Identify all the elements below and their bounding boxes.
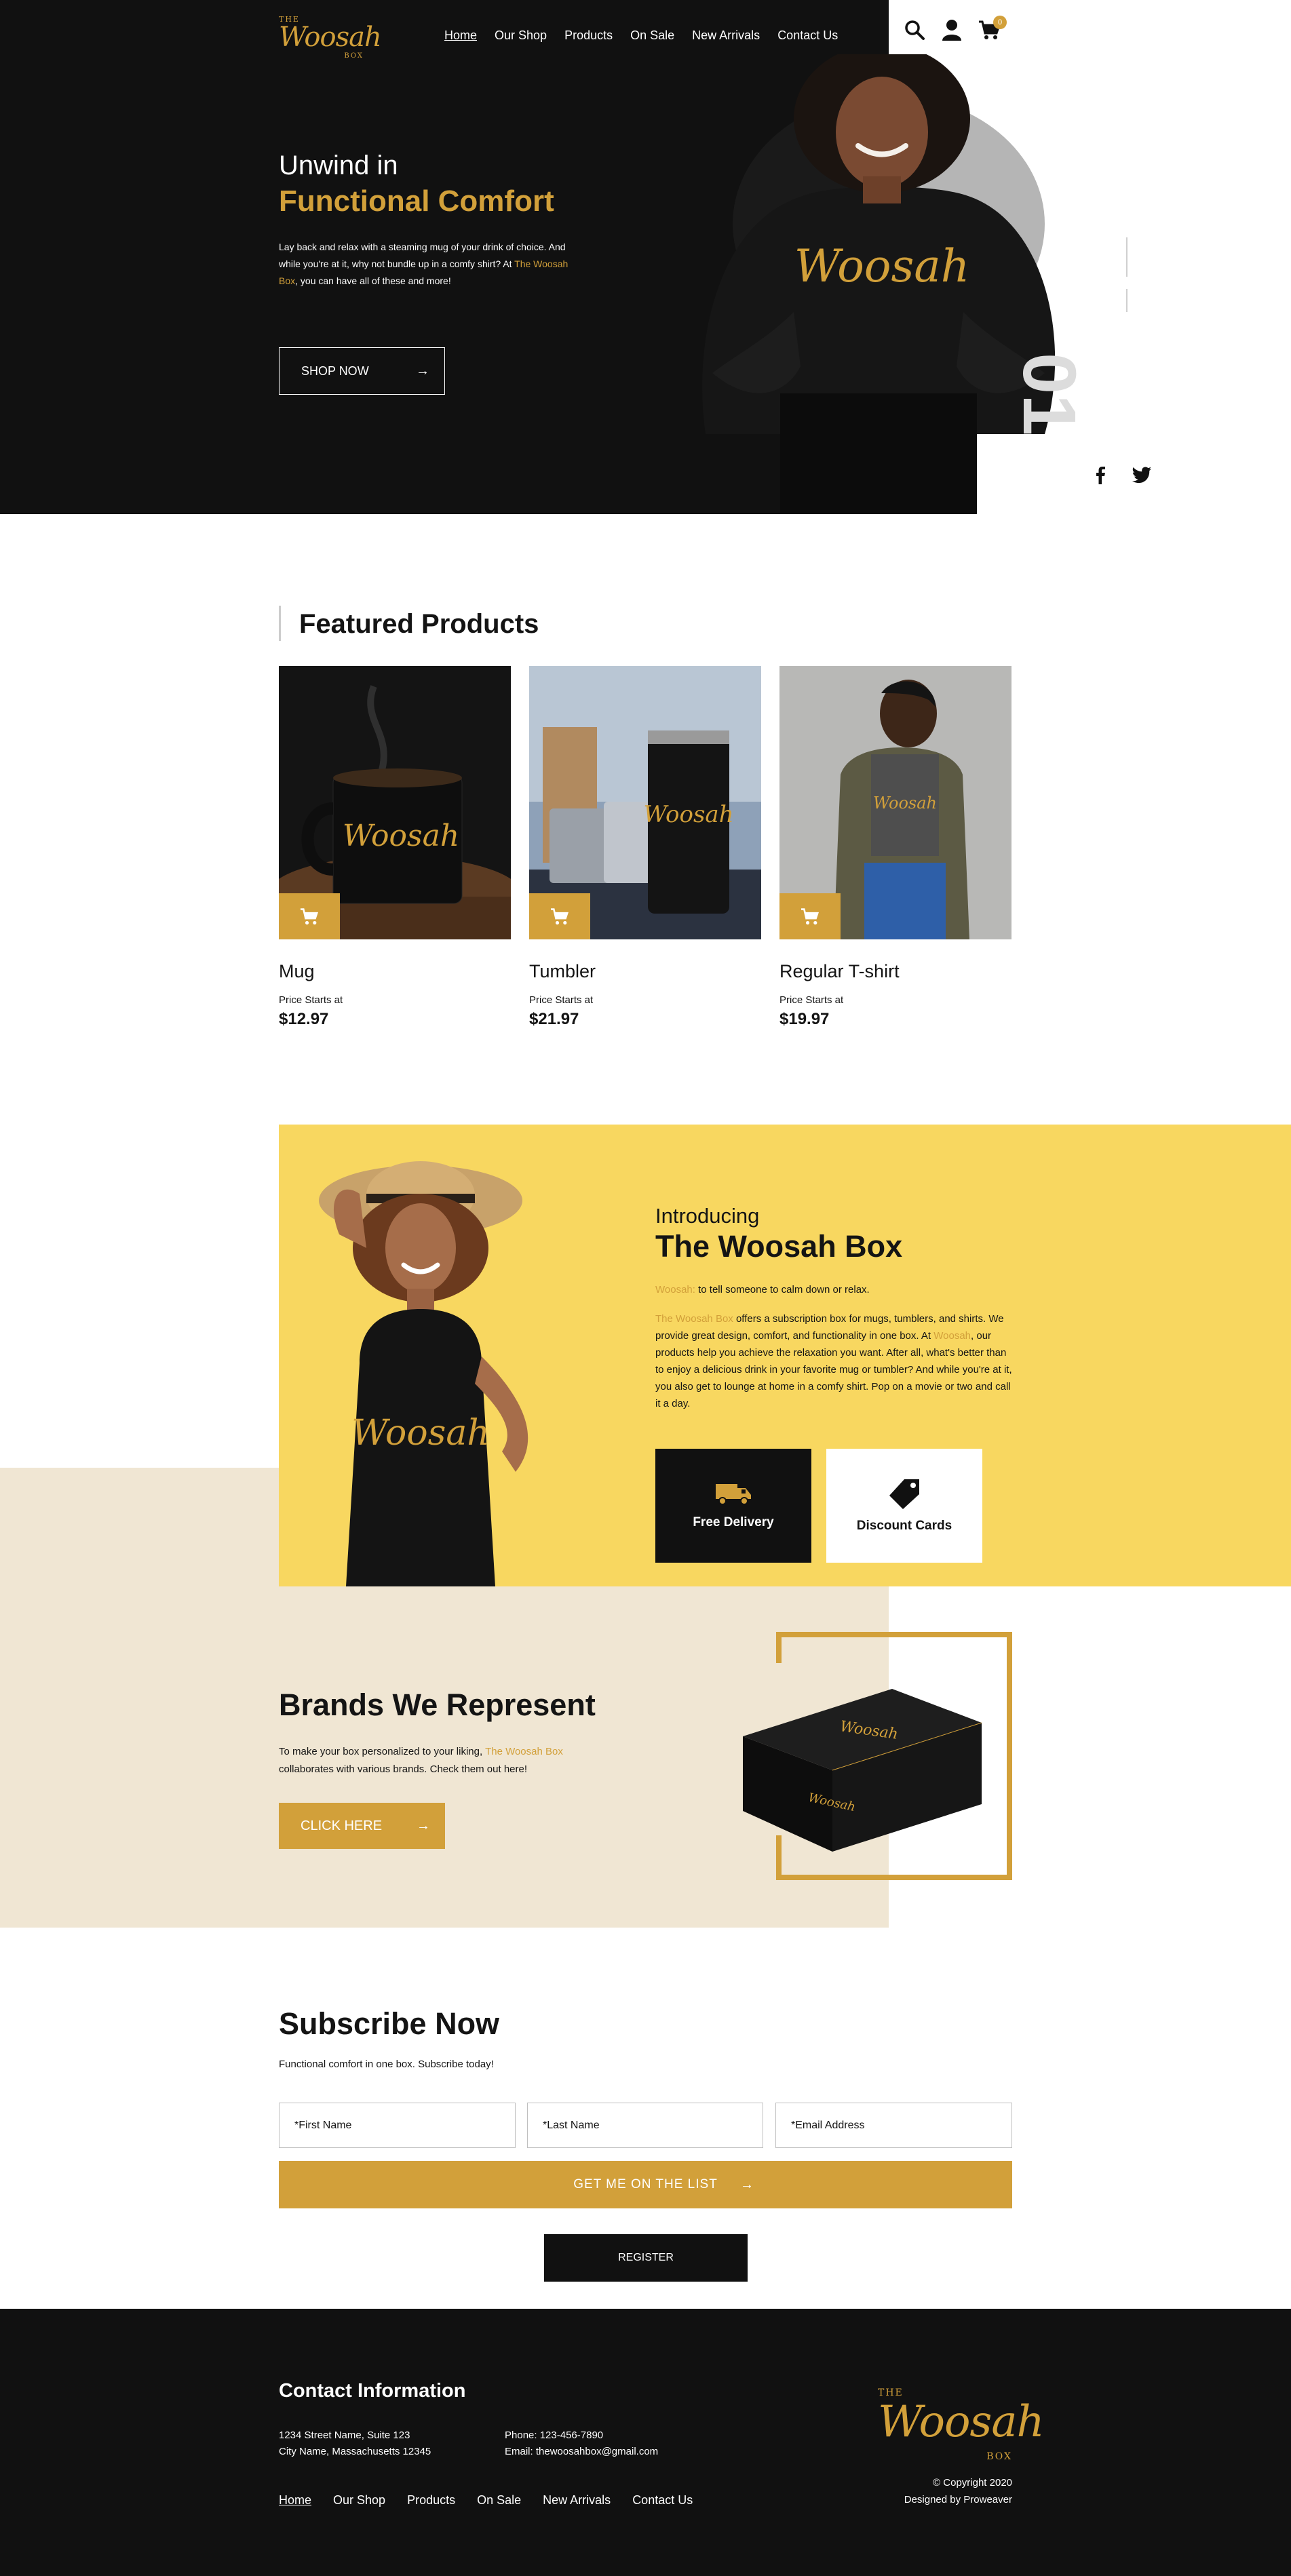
product-card-mug[interactable]: Woosah Mug Price Starts at $12.97 (279, 666, 511, 1029)
site-logo[interactable]: THE Woosah BOX (279, 15, 382, 60)
shop-now-button[interactable]: SHOP NOW → (279, 347, 445, 395)
footer-nav-new-arrivals[interactable]: New Arrivals (543, 2493, 611, 2507)
discount-cards-card[interactable]: Discount Cards (826, 1449, 982, 1563)
arrow-right-icon: → (417, 1818, 430, 1833)
footer-email[interactable]: Email: thewoosahbox@gmail.com (505, 2444, 658, 2460)
footer-nav-on-sale[interactable]: On Sale (477, 2493, 521, 2507)
product-name[interactable]: Tumbler (529, 961, 761, 982)
product-name[interactable]: Mug (279, 961, 511, 982)
product-image-tshirt: Woosah (779, 666, 1011, 939)
add-to-cart-button[interactable] (529, 893, 590, 939)
first-name-field[interactable] (279, 2103, 516, 2148)
footer-nav-products[interactable]: Products (407, 2493, 455, 2507)
hero-title-line1: Unwind in (279, 151, 398, 180)
subscribe-subtitle: Functional comfort in one box. Subscribe… (279, 2058, 494, 2070)
cart-icon (551, 908, 569, 925)
add-to-cart-button[interactable] (779, 893, 841, 939)
product-image-mug: Woosah (279, 666, 511, 939)
brands-description: To make your box personalized to your li… (279, 1746, 563, 1775)
cart-icon[interactable]: 0 (978, 16, 1007, 40)
product-image-tumbler: Woosah (529, 666, 761, 939)
product-price: $19.97 (779, 1010, 830, 1028)
get-me-on-the-list-button[interactable]: GET ME ON THE LIST → (279, 2161, 1012, 2208)
intro-kicker: Introducing (655, 1204, 760, 1228)
search-icon[interactable] (904, 19, 925, 41)
footer-nav-our-shop[interactable]: Our Shop (333, 2493, 385, 2507)
section-accent-bar (279, 606, 281, 641)
footer-address: 1234 Street Name, Suite 123 City Name, M… (279, 2429, 431, 2457)
footer-nav-contact-us[interactable]: Contact Us (632, 2493, 693, 2507)
user-icon[interactable] (942, 19, 962, 41)
featured-products-title: Featured Products (299, 609, 539, 639)
nav-on-sale[interactable]: On Sale (630, 28, 674, 43)
header-icons: 0 (904, 16, 1007, 41)
svg-text:Woosah: Woosah (343, 819, 459, 853)
nav-home[interactable]: Home (444, 28, 477, 43)
price-label: Price Starts at (779, 994, 844, 1006)
tag-icon (889, 1479, 919, 1509)
free-delivery-card[interactable]: Free Delivery (655, 1449, 811, 1563)
intro-description: The Woosah Box offers a subscription box… (655, 1313, 1012, 1409)
footer-contact: Phone: 123-456-7890 Email: thewoosahbox@… (505, 2427, 658, 2460)
facebook-icon[interactable] (1096, 467, 1105, 488)
click-here-button[interactable]: CLICK HERE → (279, 1803, 445, 1849)
svg-text:Woosah: Woosah (643, 801, 733, 828)
nav-products[interactable]: Products (564, 28, 613, 43)
cart-icon (301, 908, 318, 925)
hero-shirt-print: Woosah (794, 240, 970, 292)
product-card-tshirt[interactable]: Woosah Regular T-shirt Price Starts at $… (779, 666, 1011, 1029)
truck-icon (716, 1484, 751, 1505)
cart-count-badge: 0 (993, 16, 1007, 29)
subscribe-title: Subscribe Now (279, 2006, 500, 2041)
price-label: Price Starts at (529, 994, 594, 1006)
email-field[interactable] (775, 2103, 1012, 2148)
last-name-field[interactable] (527, 2103, 763, 2148)
arrow-right-icon: → (740, 2177, 754, 2192)
intro-title: The Woosah Box (655, 1229, 903, 1264)
intro-definition: Woosah: to tell someone to calm down or … (655, 1284, 870, 1295)
hero-model-image: Woosah (702, 54, 1056, 514)
tank-print: Woosah (351, 1413, 490, 1453)
product-name[interactable]: Regular T-shirt (779, 961, 1011, 982)
contact-title: Contact Information (279, 2380, 466, 2402)
footer-phone[interactable]: Phone: 123-456-7890 (505, 2427, 658, 2444)
social-links (1096, 467, 1151, 488)
arrow-right-icon: → (416, 363, 429, 378)
woosah-box-image: Woosah Woosah (743, 1689, 982, 1852)
product-price: $12.97 (279, 1010, 329, 1028)
svg-text:Woosah: Woosah (873, 794, 937, 813)
brands-title: Brands We Represent (279, 1687, 596, 1722)
copyright: © Copyright 2020 Designed by Proweaver (904, 2477, 1012, 2505)
nav-new-arrivals[interactable]: New Arrivals (692, 28, 760, 43)
add-to-cart-button[interactable] (279, 893, 340, 939)
hero-description: Lay back and relax with a steaming mug o… (279, 241, 569, 286)
price-label: Price Starts at (279, 994, 343, 1006)
register-button[interactable]: REGISTER (544, 2234, 748, 2282)
nav-our-shop[interactable]: Our Shop (495, 28, 547, 43)
cart-icon (801, 908, 819, 925)
nav-contact-us[interactable]: Contact Us (777, 28, 838, 43)
main-nav: Home Our Shop Products On Sale New Arriv… (444, 28, 838, 43)
slider-line (1126, 237, 1128, 312)
intro-model-image: Woosah (319, 1161, 528, 1586)
footer-logo[interactable]: THE Woosah BOX (878, 2387, 1045, 2462)
product-price: $21.97 (529, 1010, 579, 1028)
product-card-tumbler[interactable]: Woosah Tumbler Price Starts at $21.97 (529, 666, 761, 1029)
slide-number: 01 (1007, 353, 1091, 436)
footer-nav: Home Our Shop Products On Sale New Arriv… (279, 2493, 693, 2507)
twitter-icon[interactable] (1132, 467, 1151, 488)
footer-nav-home[interactable]: Home (279, 2493, 311, 2507)
hero-title-line2: Functional Comfort (279, 184, 554, 218)
